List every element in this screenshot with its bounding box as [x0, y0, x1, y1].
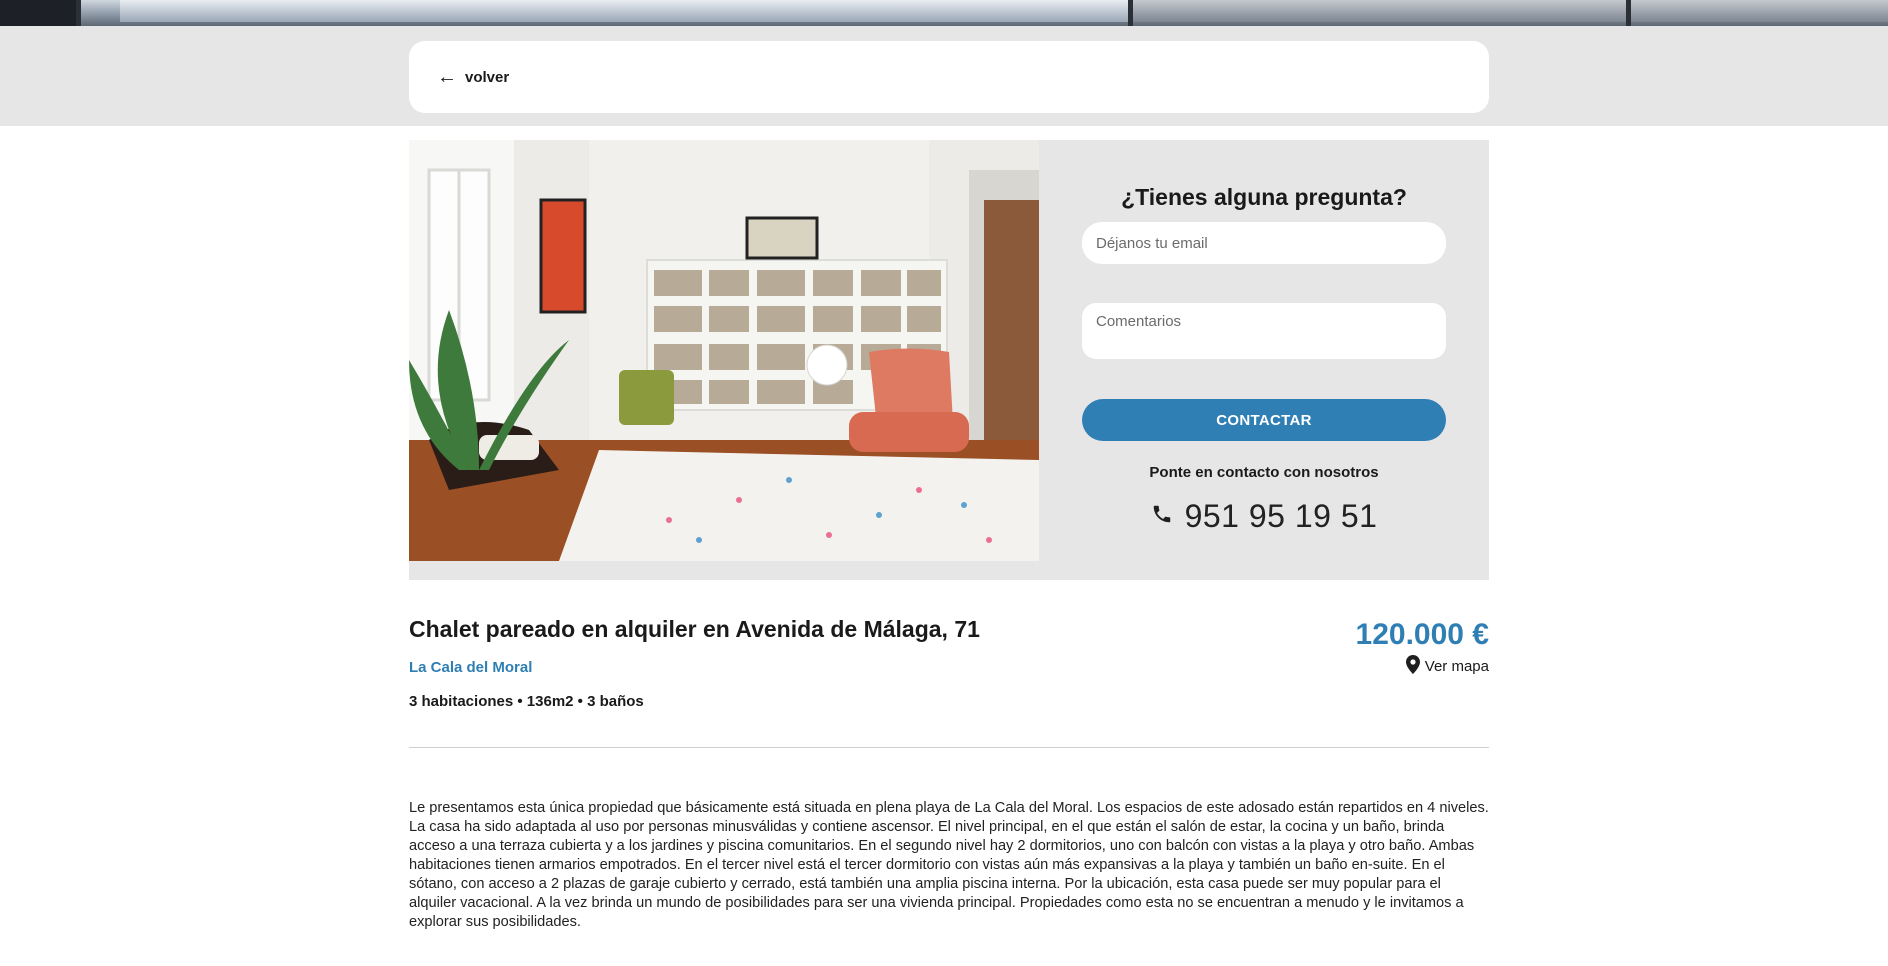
- property-photo[interactable]: [409, 140, 1039, 561]
- arrow-left-icon: ←: [437, 66, 457, 88]
- back-label: volver: [465, 68, 510, 86]
- listing-price: 120.000 €: [1355, 618, 1489, 651]
- map-link[interactable]: Ver mapa: [1405, 655, 1489, 678]
- map-pin-icon: [1405, 655, 1420, 678]
- listing-title: Chalet pareado en alquiler en Avenida de…: [409, 616, 980, 642]
- listing-specs: 3 habitaciones • 136m2 • 3 baños: [409, 693, 644, 710]
- contact-note: Ponte en contacto con nosotros: [1149, 464, 1379, 481]
- email-field[interactable]: [1082, 222, 1446, 264]
- back-card: ← volver: [409, 41, 1489, 113]
- map-link-label: Ver mapa: [1424, 658, 1489, 675]
- listing-description: Le presentamos esta única propiedad que …: [409, 800, 1489, 930]
- listing-zone-link[interactable]: La Cala del Moral: [409, 659, 532, 676]
- contact-panel: ¿Tienes alguna pregunta? CONTACTAR Ponte…: [1039, 140, 1489, 580]
- divider: [409, 747, 1489, 748]
- comments-field[interactable]: [1082, 303, 1446, 359]
- phone-number: 951 95 19 51: [1184, 498, 1378, 534]
- contact-title: ¿Tienes alguna pregunta?: [1121, 184, 1407, 210]
- phone-icon: [1151, 503, 1173, 530]
- hero-image-strip: [0, 0, 1888, 26]
- photo-bottom-band: [409, 561, 1039, 580]
- phone-row[interactable]: 951 95 19 51: [1039, 498, 1489, 535]
- contact-button[interactable]: CONTACTAR: [1082, 399, 1446, 441]
- back-link[interactable]: ← volver: [437, 67, 509, 87]
